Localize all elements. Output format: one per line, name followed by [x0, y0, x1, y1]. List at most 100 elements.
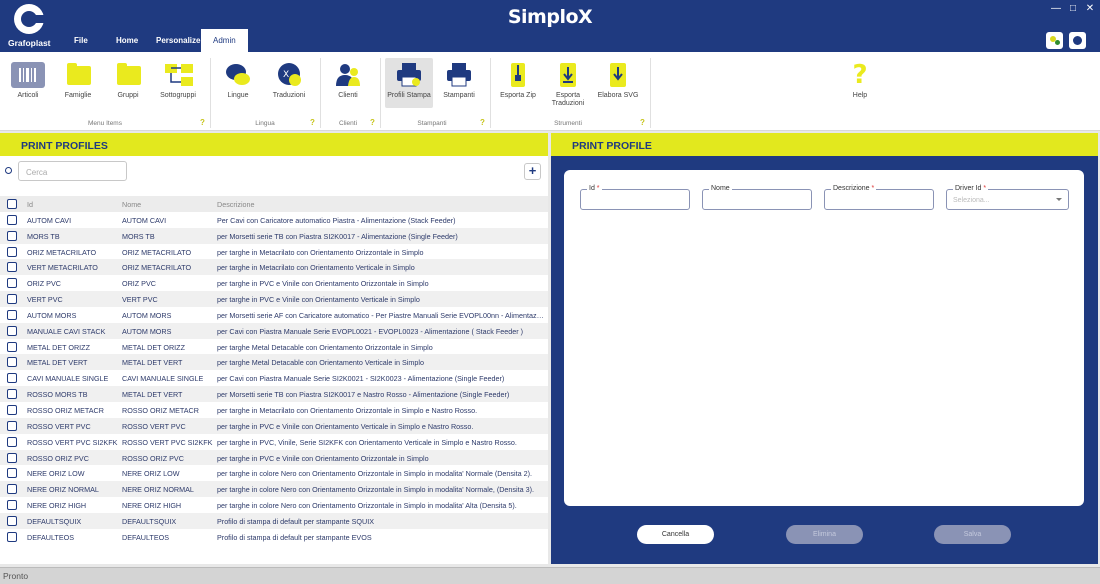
table-row[interactable]: AUTOM CAVI AUTOM CAVI Per Cavi con Caricat… [0, 212, 548, 228]
table-row[interactable]: VERT METACRILATO ORIZ METACRILATO per targ… [0, 259, 548, 276]
group-separator [210, 58, 211, 128]
table-row[interactable]: ROSSO VERT PVC SI2KFK ROSSO VERT PVC SI2K… [0, 434, 548, 450]
column-header-descrizione[interactable]: Descrizione [217, 200, 544, 209]
table-row[interactable]: NERE ORIZ NORMAL NERE ORIZ NORMAL per targ… [0, 481, 548, 498]
cell-descrizione: per Morsetti serie TB con Piastra SI2K00… [217, 231, 458, 241]
menu-admin[interactable]: Admin [201, 29, 248, 52]
minimize-button[interactable]: — [1050, 3, 1062, 14]
help-icon: ? [852, 60, 868, 90]
cell-nome: MORS TB [122, 231, 155, 241]
table-row[interactable]: NERE ORIZ HIGH NERE ORIZ HIGH per targhe i… [0, 497, 548, 513]
ribbon-help[interactable]: ? Help [836, 58, 884, 100]
save-button[interactable]: Salva [934, 525, 1011, 544]
info-button[interactable] [1069, 32, 1086, 49]
row-checkbox[interactable] [7, 420, 17, 431]
row-checkbox[interactable] [7, 325, 17, 336]
ribbon-stampanti[interactable]: Stampanti [435, 58, 483, 100]
nome-field[interactable]: Nome [702, 185, 812, 210]
ribbon-esporta-zip[interactable]: Esporta Zip [494, 58, 542, 100]
cell-nome: ROSSO VERT PVC [122, 421, 186, 431]
driver-label-text: Driver Id [955, 185, 982, 192]
row-checkbox[interactable] [7, 436, 17, 447]
row-checkbox[interactable] [7, 262, 17, 273]
row-checkbox[interactable] [7, 404, 17, 415]
row-checkbox[interactable] [7, 500, 17, 511]
ribbon-articoli[interactable]: Articoli [4, 58, 52, 100]
nome-field-label: Nome [709, 185, 732, 193]
group-help-icon[interactable]: ? [480, 118, 485, 127]
row-checkbox[interactable] [7, 357, 17, 368]
table-row[interactable]: VERT PVC VERT PVC per targhe in PVC e Vini… [0, 291, 548, 307]
column-header-id[interactable]: Id [27, 200, 119, 209]
menu-home[interactable]: Home [116, 36, 138, 45]
row-checkbox[interactable] [7, 230, 17, 241]
table-row[interactable]: CAVI MANUALE SINGLE CAVI MANUALE SINGLE pe… [0, 370, 548, 386]
ribbon-traduzioni[interactable]: X Traduzioni [265, 58, 313, 100]
cell-id: CAVI MANUALE SINGLE [27, 374, 109, 384]
table-row[interactable]: NERE ORIZ LOW NERE ORIZ LOW per targhe in … [0, 465, 548, 481]
table-row[interactable]: ORIZ METACRILATO ORIZ METACRILATO per targ… [0, 244, 548, 260]
search-mode-radio[interactable] [5, 167, 12, 174]
ribbon-profili-stampa[interactable]: Profili Stampa [385, 58, 433, 108]
row-checkbox[interactable] [7, 294, 17, 305]
group-help-icon[interactable]: ? [200, 118, 205, 127]
row-checkbox[interactable] [7, 531, 17, 542]
barcode-icon [11, 62, 45, 88]
ribbon-gruppi[interactable]: Gruppi [104, 58, 152, 100]
row-checkbox[interactable] [7, 515, 17, 526]
search-input[interactable]: Cerca [18, 161, 127, 181]
table-row[interactable]: AUTOM MORS AUTOM MORS per Morsetti serie A… [0, 307, 548, 323]
status-indicator-button[interactable] [1046, 32, 1063, 49]
table-row[interactable]: ORIZ PVC ORIZ PVC per targhe in PVC e Vini… [0, 275, 548, 291]
row-checkbox[interactable] [7, 452, 17, 463]
ribbon-lingue[interactable]: Lingue [214, 58, 262, 100]
ribbon-elabora-svg[interactable]: Elabora SVG [594, 58, 642, 100]
menu-file[interactable]: File [74, 36, 88, 45]
id-label-text: Id [589, 185, 595, 192]
row-checkbox[interactable] [7, 373, 17, 384]
id-field[interactable]: Id * [580, 185, 690, 210]
cell-id: ROSSO VERT PVC [27, 421, 91, 431]
cell-id: DEFAULTSQUIX [27, 516, 82, 526]
table-row[interactable]: ROSSO ORIZ PVC ROSSO ORIZ PVC per targhe i… [0, 449, 548, 466]
cell-nome: ROSSO VERT PVC SI2KFK [122, 437, 213, 447]
table-row[interactable]: ROSSO ORIZ METACR ROSSO ORIZ METACR per ta… [0, 402, 548, 418]
row-checkbox[interactable] [7, 389, 17, 400]
row-checkbox[interactable] [7, 278, 17, 289]
column-header-nome[interactable]: Nome [122, 200, 214, 209]
row-checkbox[interactable] [7, 484, 17, 495]
status-dot-green-icon [1055, 40, 1060, 45]
table-row[interactable]: ROSSO MORS TB METAL DET VERT per Morsetti … [0, 386, 548, 402]
delete-button[interactable]: Elimina [786, 525, 863, 544]
cell-nome: NERE ORIZ NORMAL [122, 485, 194, 495]
descrizione-field[interactable]: Descrizione * [824, 185, 934, 210]
cell-id: ROSSO VERT PVC SI2KFK [27, 437, 118, 447]
table-row[interactable]: METAL DET VERT METAL DET VERT per targhe M… [0, 354, 548, 371]
ribbon-clienti[interactable]: Clienti [324, 58, 372, 100]
group-help-icon[interactable]: ? [310, 118, 315, 127]
row-checkbox[interactable] [7, 214, 17, 225]
ribbon-sottogruppi[interactable]: Sottogruppi [154, 58, 202, 100]
table-row[interactable]: ROSSO VERT PVC ROSSO VERT PVC per targhe i… [0, 417, 548, 434]
menu-personalize[interactable]: Personalize [156, 36, 200, 45]
table-row[interactable]: MANUALE CAVI STACK AUTOM MORS per Cavi con… [0, 322, 548, 339]
cell-nome: METAL DET VERT [122, 390, 183, 400]
ribbon-esporta-traduzioni[interactable]: Esporta Traduzioni [544, 58, 592, 108]
group-help-icon[interactable]: ? [370, 118, 375, 127]
table-row[interactable]: DEFAULTEOS DEFAULTEOS Profilo di stampa di… [0, 529, 548, 545]
close-button[interactable]: ✕ [1084, 3, 1096, 14]
row-checkbox[interactable] [7, 246, 17, 257]
select-all-checkbox[interactable] [7, 199, 17, 209]
table-row[interactable]: DEFAULTSQUIX DEFAULTSQUIX Profilo di stamp… [0, 512, 548, 529]
cancel-button[interactable]: Cancella [637, 525, 714, 544]
group-help-icon[interactable]: ? [640, 118, 645, 127]
table-row[interactable]: MORS TB MORS TB per Morsetti serie TB con … [0, 227, 548, 244]
driver-id-select[interactable]: Driver Id * Seleziona... [946, 185, 1069, 210]
maximize-button[interactable]: □ [1067, 3, 1079, 14]
ribbon-famiglie[interactable]: Famiglie [54, 58, 102, 100]
add-profile-button[interactable]: + [524, 163, 541, 180]
row-checkbox[interactable] [7, 468, 17, 479]
row-checkbox[interactable] [7, 341, 17, 352]
row-checkbox[interactable] [7, 309, 17, 320]
table-row[interactable]: METAL DET ORIZZ METAL DET ORIZZ per targhe… [0, 339, 548, 355]
